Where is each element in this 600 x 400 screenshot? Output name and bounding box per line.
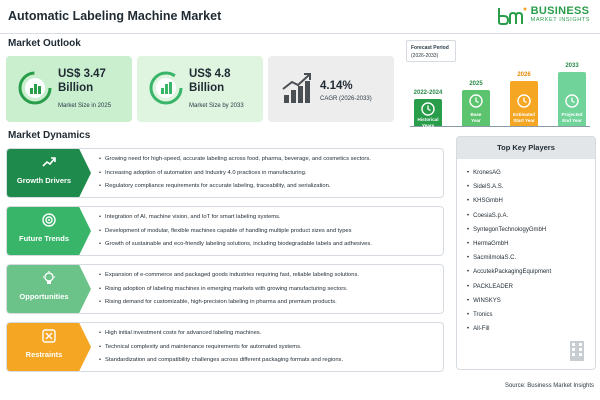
source-note: Source: Business Market Insights xyxy=(504,383,594,389)
dynamics-point: Growth of sustainable and eco-friendly l… xyxy=(99,238,372,252)
dynamics-points: Integration of AI, machine vision, and I… xyxy=(99,211,372,252)
timeline-year-label: 2022-2024 xyxy=(413,90,443,96)
timeline-bar-icon xyxy=(469,94,483,108)
timeline-bar: Estimated Start Year xyxy=(510,81,538,126)
dynamics-tag-label: Growth Drivers xyxy=(16,176,72,185)
dynamics-block: Growth Drivers Growing need for high-spee… xyxy=(6,148,444,198)
trend-up-icon xyxy=(282,73,311,103)
key-player-item[interactable]: AccutekPackagingEquipment xyxy=(467,265,551,279)
restraint-icon xyxy=(41,328,57,344)
key-player-item[interactable]: PACKLEADER xyxy=(467,280,551,294)
market-dynamics-title: Market Dynamics xyxy=(8,130,91,141)
dynamics-tag-label: Opportunities xyxy=(19,292,69,301)
stat-card-market-2025: US$ 3.47 Billion Market Size in 2025 xyxy=(6,56,132,122)
timeline-bar-icon xyxy=(421,102,435,116)
dynamics-tag: Growth Drivers xyxy=(7,149,91,197)
dynamics-block: Future Trends Integration of AI, machine … xyxy=(6,206,444,256)
stat-label: Market Size in 2025 xyxy=(58,103,112,109)
timeline-year-label: 2033 xyxy=(565,63,579,69)
dynamics-point: Expansion of e-commerce and packaged goo… xyxy=(99,269,359,283)
stat-card-market-2033: US$ 4.8 Billion Market Size by 2033 xyxy=(137,56,263,122)
header-divider xyxy=(0,33,600,34)
bmi-logo-icon xyxy=(497,7,527,25)
timeline-bar-caption: Historical Years xyxy=(417,117,439,128)
dynamics-points: Growing need for high-speed, accurate la… xyxy=(99,153,371,194)
key-players-list: KronesAGSidelS.A.S.KHSGmbHCoesiaS.p.A.Sy… xyxy=(467,166,551,336)
timeline-bar-icon xyxy=(565,94,579,108)
dynamics-point: High initial investment costs for advanc… xyxy=(99,327,343,341)
timeline-year-label: 2025 xyxy=(469,81,483,87)
stat-label: CAGR (2026-2033) xyxy=(320,96,372,102)
timeline-bar-caption: Base Year xyxy=(470,112,482,123)
dynamics-point: Integration of AI, machine vision, and I… xyxy=(99,211,372,225)
dynamics-block: Restraints High initial investment costs … xyxy=(6,322,444,372)
dynamics-tag: Future Trends xyxy=(7,207,91,255)
key-players-title: Top Key Players xyxy=(457,137,595,159)
forecast-range: (2026-2033) xyxy=(411,53,439,59)
dynamics-point: Technical complexity and maintenance req… xyxy=(99,341,343,355)
dynamics-point: Development of modular, flexible machine… xyxy=(99,225,372,239)
brand-logo[interactable]: BUSINESS MARKET INSIGHTS xyxy=(497,4,590,26)
logo-line1: BUSINESS xyxy=(530,5,590,18)
stat-value: US$ 4.8 Billion xyxy=(189,68,231,94)
key-player-item[interactable]: All-Fill xyxy=(467,322,551,336)
timeline-bar-icon xyxy=(517,94,531,108)
key-player-item[interactable]: CoesiaS.p.A. xyxy=(467,209,551,223)
stat-label: Market Size by 2033 xyxy=(189,103,244,109)
dynamics-point: Increasing adoption of automation and In… xyxy=(99,167,371,181)
forecast-timeline: Forecast Period (2026-2033) Historical Ye… xyxy=(404,38,596,130)
dynamics-block: Opportunities Expansion of e-commerce and… xyxy=(6,264,444,314)
timeline-bar: Projected End Year xyxy=(558,72,586,126)
market-outlook-title: Market Outlook xyxy=(8,38,81,49)
dynamics-tag: Opportunities xyxy=(7,265,91,313)
dynamics-point: Regulatory compliance requirements for a… xyxy=(99,180,371,194)
lightbulb-icon xyxy=(41,270,57,286)
trend-icon xyxy=(41,154,57,170)
chart-circle-icon xyxy=(149,71,183,105)
forecast-label: Forecast Period xyxy=(411,45,449,51)
key-player-item[interactable]: KronesAG xyxy=(467,166,551,180)
stat-value: 4.14% xyxy=(320,80,353,92)
dynamics-tag-label: Restraints xyxy=(25,350,63,359)
key-player-item[interactable]: SyntegonTechnologyGmbH xyxy=(467,223,551,237)
dynamics-points: Expansion of e-commerce and packaged goo… xyxy=(99,269,359,310)
key-player-item[interactable]: WINSKYS xyxy=(467,294,551,308)
key-player-item[interactable]: HermaGmbH xyxy=(467,237,551,251)
dynamics-tag: Restraints xyxy=(7,323,91,371)
key-player-item[interactable]: SidelS.A.S. xyxy=(467,180,551,194)
forecast-period-box: Forecast Period (2026-2033) xyxy=(406,40,456,62)
dynamics-points: High initial investment costs for advanc… xyxy=(99,327,343,368)
header: Automatic Labeling Machine Market BUSINE… xyxy=(0,0,600,34)
page-title: Automatic Labeling Machine Market xyxy=(8,9,222,23)
dynamics-point: Growing need for high-speed, accurate la… xyxy=(99,153,371,167)
dynamics-point: Standardization and compatibility challe… xyxy=(99,354,343,368)
key-player-item[interactable]: SacmiImolaS.C. xyxy=(467,251,551,265)
dynamics-tag-label: Future Trends xyxy=(18,234,69,243)
stat-card-cagr: 4.14% CAGR (2026-2033) xyxy=(268,56,394,122)
target-icon xyxy=(41,212,57,228)
dynamics-point: Rising demand for customizable, high-pre… xyxy=(99,296,359,310)
logo-line2: MARKET INSIGHTS xyxy=(530,17,590,24)
key-player-item[interactable]: Tronics xyxy=(467,308,551,322)
timeline-year-label: 2026 xyxy=(517,72,531,78)
key-players-panel: Top Key Players KronesAGSidelS.A.S.KHSGm… xyxy=(456,136,596,370)
timeline-bar-caption: Projected End Year xyxy=(561,112,583,123)
chart-circle-icon xyxy=(18,71,52,105)
dynamics-point: Rising adoption of labeling machines in … xyxy=(99,283,359,297)
stat-value: US$ 3.47 Billion xyxy=(58,68,106,94)
timeline-bar: Base Year xyxy=(462,90,490,126)
timeline-bar: Historical Years xyxy=(414,99,442,128)
building-icon xyxy=(570,341,584,361)
key-player-item[interactable]: KHSGmbH xyxy=(467,194,551,208)
timeline-bar-caption: Estimated Start Year xyxy=(513,112,535,123)
